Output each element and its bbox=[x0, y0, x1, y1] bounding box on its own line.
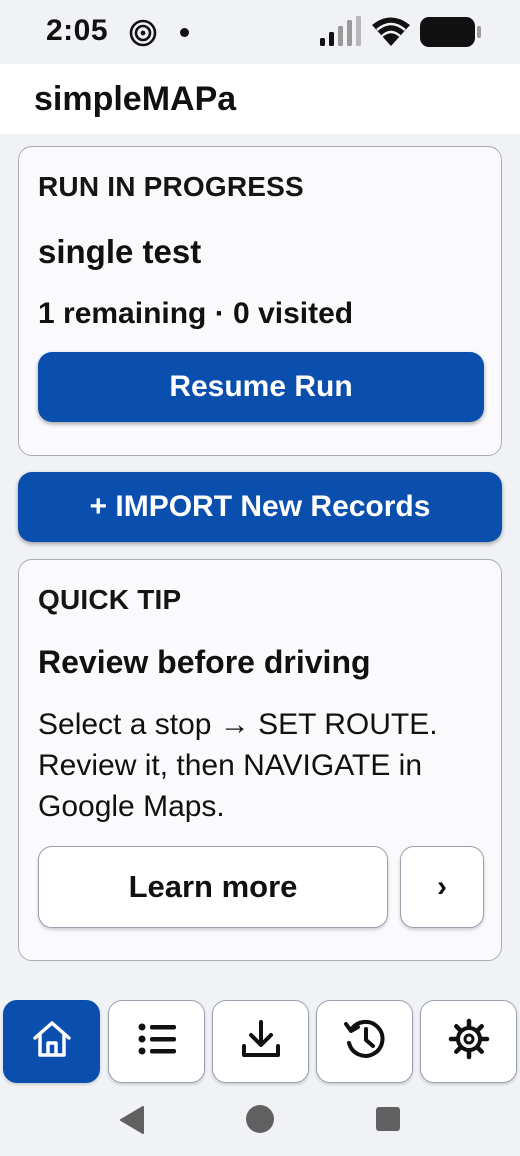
run-progress-text: 1 remaining · 0 visited bbox=[38, 297, 354, 330]
status-bar: 2:05 bbox=[0, 0, 520, 64]
cell-signal-icon bbox=[318, 16, 362, 53]
learn-more-button[interactable]: Learn more bbox=[38, 846, 388, 928]
download-icon bbox=[238, 1016, 284, 1067]
status-time: 2:05 bbox=[46, 14, 109, 47]
next-tip-button[interactable]: › bbox=[400, 846, 484, 928]
recents-square-icon[interactable] bbox=[376, 1107, 400, 1131]
app-title: simpleMAPa bbox=[34, 80, 237, 118]
history-icon bbox=[342, 1016, 388, 1067]
nav-home-button[interactable] bbox=[3, 1000, 100, 1083]
run-in-progress-card: RUN IN PROGRESS single test 1 remaining … bbox=[18, 146, 502, 456]
home-circle-icon[interactable] bbox=[246, 1105, 274, 1133]
run-card-eyebrow: RUN IN PROGRESS bbox=[38, 171, 304, 202]
run-name: single test bbox=[38, 233, 202, 270]
notification-dot-icon bbox=[180, 28, 189, 37]
wifi-icon bbox=[370, 16, 412, 53]
nav-settings-button[interactable] bbox=[420, 1000, 517, 1083]
tip-headline: Review before driving bbox=[38, 644, 371, 680]
tip-card-eyebrow: QUICK TIP bbox=[38, 584, 182, 615]
nav-history-button[interactable] bbox=[316, 1000, 413, 1083]
at-sign-icon bbox=[128, 18, 158, 53]
home-icon bbox=[29, 1016, 75, 1067]
back-icon[interactable] bbox=[118, 1105, 146, 1140]
resume-run-button[interactable]: Resume Run bbox=[38, 352, 484, 422]
import-new-records-button[interactable]: + IMPORT New Records bbox=[18, 472, 502, 542]
system-nav-bar bbox=[0, 1086, 520, 1156]
battery-icon bbox=[420, 17, 482, 54]
nav-list-button[interactable] bbox=[108, 1000, 205, 1083]
list-icon bbox=[134, 1016, 180, 1067]
app-bar: simpleMAPa bbox=[0, 64, 520, 134]
tip-body: Select a stop → SET ROUTE. Review it, th… bbox=[38, 708, 438, 823]
bottom-nav bbox=[0, 990, 520, 1086]
nav-download-button[interactable] bbox=[212, 1000, 309, 1083]
gear-icon bbox=[446, 1016, 492, 1067]
quick-tip-card: QUICK TIP Review before driving Select a… bbox=[18, 559, 502, 961]
chevron-right-icon: › bbox=[437, 870, 447, 903]
